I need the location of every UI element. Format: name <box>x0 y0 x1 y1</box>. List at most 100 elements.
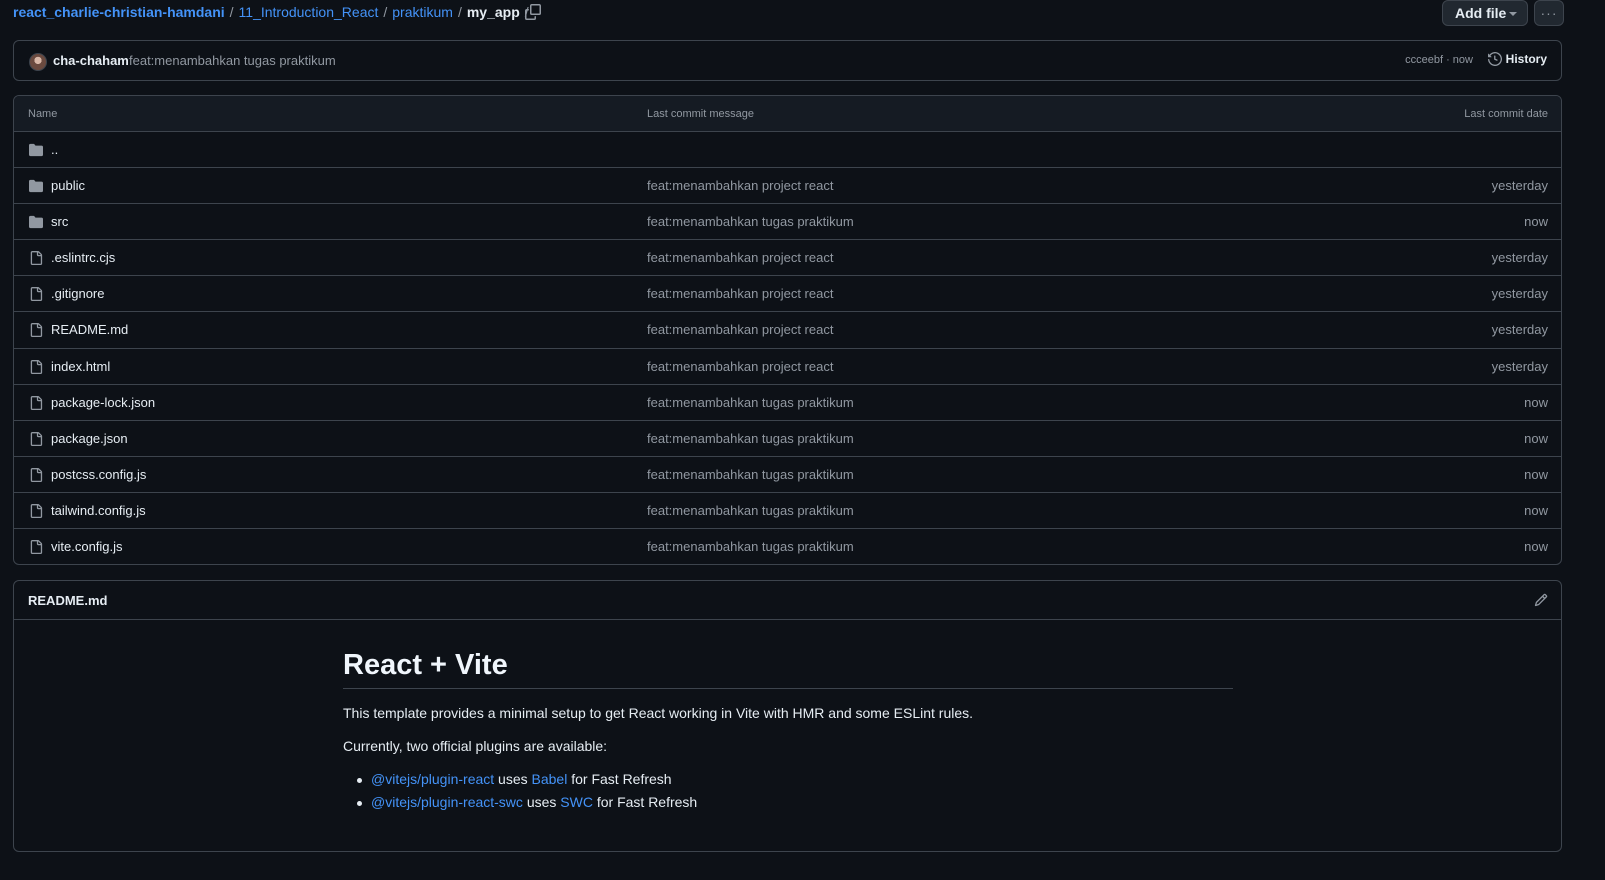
file-commit-message-link[interactable]: feat:menambahkan tugas praktikum <box>647 539 854 554</box>
file-commit-message-link[interactable]: feat:menambahkan project react <box>647 286 833 301</box>
breadcrumb-folder-link[interactable]: praktikum <box>392 4 453 20</box>
file-table: Name Last commit message Last commit dat… <box>13 95 1562 565</box>
breadcrumb-separator: / <box>229 4 234 20</box>
commit-author-link[interactable]: cha-chaham <box>53 53 129 68</box>
file-icon <box>29 251 43 266</box>
file-icon <box>29 395 43 410</box>
file-commit-date: now <box>1524 214 1548 230</box>
folder-icon <box>29 215 43 229</box>
readme-content: React + Vite This template provides a mi… <box>343 649 1233 817</box>
file-commit-message-link[interactable]: feat:menambahkan tugas praktikum <box>647 431 854 446</box>
file-name-link[interactable]: package-lock.json <box>51 395 155 410</box>
readme-heading: React + Vite <box>343 649 1233 689</box>
add-file-label: Add file <box>1455 5 1507 21</box>
table-row[interactable]: vite.config.js feat:menambahkan tugas pra… <box>14 529 1561 564</box>
file-commit-message-link[interactable]: feat:menambahkan tugas praktikum <box>647 467 854 482</box>
breadcrumb-current: my_app <box>466 4 520 20</box>
folder-icon <box>29 143 43 157</box>
table-row[interactable]: .gitignore feat:menambahkan project react… <box>14 276 1561 313</box>
file-name-link[interactable]: .gitignore <box>51 286 104 301</box>
table-row[interactable]: src feat:menambahkan tugas praktikum now <box>14 204 1561 241</box>
file-commit-date: yesterday <box>1491 286 1548 302</box>
list-item: @vitejs/plugin-react-swc uses SWC for Fa… <box>343 794 1233 810</box>
list-item: @vitejs/plugin-react uses Babel for Fast… <box>343 771 1233 787</box>
list-text: uses <box>526 794 557 810</box>
file-commit-message-link[interactable]: feat:menambahkan tugas praktikum <box>647 214 854 229</box>
file-name-link[interactable]: src <box>51 214 68 229</box>
file-commit-date: yesterday <box>1491 322 1548 338</box>
breadcrumb-folder-link[interactable]: 11_Introduction_React <box>239 4 379 20</box>
commit-message-link[interactable]: feat:menambahkan tugas praktikum <box>129 53 336 68</box>
column-header-date: Last commit date <box>1464 108 1548 120</box>
readme-paragraph: Currently, two official plugins are avai… <box>343 738 608 754</box>
file-commit-date: now <box>1524 502 1548 518</box>
plugin-link[interactable]: @vitejs/plugin-react-swc <box>371 794 523 810</box>
file-commit-message-link[interactable]: feat:menambahkan project react <box>647 178 833 193</box>
file-name-link[interactable]: index.html <box>51 359 110 374</box>
kebab-icon: ··· <box>1540 5 1558 21</box>
column-header-message: Last commit message <box>647 108 754 120</box>
table-row[interactable]: tailwind.config.js feat:menambahkan tugas… <box>14 493 1561 530</box>
file-icon <box>29 287 43 302</box>
caret-down-icon <box>1509 12 1517 16</box>
list-text: uses <box>498 771 528 787</box>
breadcrumb-separator: / <box>457 4 462 20</box>
latest-commit-bar: cha-chaham feat:menambahkan tugas prakti… <box>13 40 1562 81</box>
pencil-icon[interactable] <box>1534 593 1548 607</box>
commit-sha-time[interactable]: ccceebf · now <box>1405 54 1473 66</box>
history-icon <box>1487 52 1502 66</box>
file-name-link[interactable]: tailwind.config.js <box>51 503 146 518</box>
list-text: for Fast Refresh <box>596 794 698 810</box>
plugin-list: @vitejs/plugin-react uses Babel for Fast… <box>343 771 1233 810</box>
file-commit-date: now <box>1524 539 1548 555</box>
file-icon <box>29 323 43 338</box>
parent-directory-link[interactable]: .. <box>51 142 58 157</box>
copy-icon[interactable] <box>525 4 541 20</box>
file-commit-date: yesterday <box>1491 250 1548 266</box>
more-options-button[interactable]: ··· <box>1534 0 1564 26</box>
file-icon <box>29 540 43 555</box>
file-commit-message-link[interactable]: feat:menambahkan project react <box>647 322 833 337</box>
folder-icon <box>29 179 43 193</box>
file-icon <box>29 431 43 446</box>
table-row[interactable]: package.json feat:menambahkan tugas prakt… <box>14 421 1561 457</box>
file-commit-date: yesterday <box>1491 358 1548 374</box>
tool-link[interactable]: SWC <box>560 794 593 810</box>
avatar[interactable] <box>29 53 47 71</box>
readme-panel: README.md React + Vite This template pro… <box>13 580 1562 852</box>
top-bar: react_charlie-christian-hamdani / 11_Int… <box>13 0 1593 27</box>
file-commit-date: now <box>1524 466 1548 482</box>
parent-directory-row[interactable]: .. <box>14 132 1561 169</box>
file-name-link[interactable]: public <box>51 178 85 193</box>
table-row[interactable]: public feat:menambahkan project react yest… <box>14 168 1561 205</box>
file-name-link[interactable]: .eslintrc.cjs <box>51 250 115 265</box>
tool-link[interactable]: Babel <box>532 771 568 787</box>
breadcrumb-separator: / <box>383 4 388 20</box>
history-label: History <box>1505 52 1547 66</box>
table-header: Name Last commit message Last commit dat… <box>14 96 1561 132</box>
file-icon <box>29 503 43 518</box>
file-commit-date: now <box>1524 430 1548 446</box>
file-name-link[interactable]: package.json <box>51 431 128 446</box>
file-name-link[interactable]: vite.config.js <box>51 539 123 554</box>
table-row[interactable]: postcss.config.js feat:menambahkan tugas … <box>14 457 1561 493</box>
readme-header: README.md <box>14 581 1561 620</box>
file-commit-date: now <box>1524 394 1548 410</box>
history-button[interactable]: History <box>1487 52 1547 66</box>
file-name-link[interactable]: postcss.config.js <box>51 467 146 482</box>
file-commit-message-link[interactable]: feat:menambahkan tugas praktikum <box>647 503 854 518</box>
file-commit-message-link[interactable]: feat:menambahkan project react <box>647 359 833 374</box>
file-name-link[interactable]: README.md <box>51 322 128 337</box>
plugin-link[interactable]: @vitejs/plugin-react <box>371 771 494 787</box>
add-file-button[interactable]: Add file <box>1442 0 1528 26</box>
readme-title[interactable]: README.md <box>28 593 107 608</box>
list-text: for Fast Refresh <box>571 771 672 787</box>
table-row[interactable]: index.html feat:menambahkan project react… <box>14 349 1561 385</box>
file-icon <box>29 359 43 374</box>
table-row[interactable]: .eslintrc.cjs feat:menambahkan project re… <box>14 240 1561 277</box>
file-commit-message-link[interactable]: feat:menambahkan tugas praktikum <box>647 395 854 410</box>
file-commit-message-link[interactable]: feat:menambahkan project react <box>647 250 833 265</box>
table-row[interactable]: README.md feat:menambahkan project react y… <box>14 312 1561 349</box>
breadcrumb-repo-link[interactable]: react_charlie-christian-hamdani <box>13 4 225 20</box>
table-row[interactable]: package-lock.json feat:menambahkan tugas … <box>14 385 1561 421</box>
